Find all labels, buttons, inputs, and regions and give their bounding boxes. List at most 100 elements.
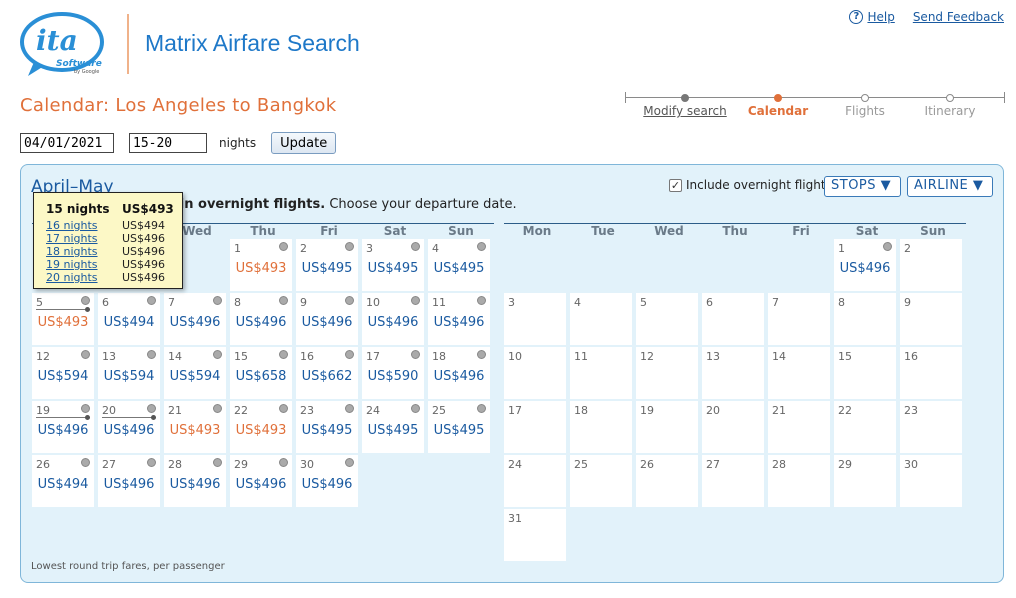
day-price[interactable]: US$496: [834, 261, 896, 276]
calendar-day-cell[interactable]: 19 US$496: [32, 401, 94, 453]
calendar-day-cell[interactable]: 14 US$594: [164, 347, 226, 399]
day-price[interactable]: US$496: [164, 477, 226, 492]
overnight-flight-icon: [81, 350, 90, 359]
day-price[interactable]: US$495: [296, 261, 358, 276]
calendar-day-cell[interactable]: 1 US$493: [230, 239, 292, 291]
tooltip-nights-link[interactable]: 17 nights: [46, 232, 98, 245]
calendar-day-cell[interactable]: 22 US$493: [230, 401, 292, 453]
step-modify-search[interactable]: Modify search: [635, 94, 735, 118]
calendar-day-cell[interactable]: 17 US$590: [362, 347, 424, 399]
day-number: 30: [300, 458, 314, 471]
day-number: 10: [366, 296, 380, 309]
day-price[interactable]: US$496: [98, 477, 160, 492]
calendar-day-cell[interactable]: 26 US$494: [32, 455, 94, 507]
stops-dropdown[interactable]: STOPS ▼: [824, 176, 901, 197]
day-number: 18: [574, 404, 588, 417]
day-price[interactable]: US$662: [296, 369, 358, 384]
calendar-day-cell[interactable]: 4 US$495: [428, 239, 490, 291]
send-feedback-link[interactable]: Send Feedback: [913, 10, 1004, 24]
calendar-day-cell[interactable]: 13 US$594: [98, 347, 160, 399]
day-price[interactable]: US$495: [362, 261, 424, 276]
day-price[interactable]: US$493: [164, 423, 226, 438]
nights-tooltip: 15 nights US$493 16 nights US$494 17 nigh…: [33, 192, 183, 289]
day-price[interactable]: US$496: [428, 369, 490, 384]
day-price[interactable]: US$496: [296, 477, 358, 492]
update-button[interactable]: Update: [271, 132, 337, 154]
tooltip-head-label: 15 nights: [46, 202, 110, 216]
tooltip-nights-link[interactable]: 19 nights: [46, 258, 98, 271]
day-price[interactable]: US$493: [230, 261, 292, 276]
calendar-day-cell[interactable]: 27 US$496: [98, 455, 160, 507]
overnight-checkbox[interactable]: ✓: [669, 178, 682, 192]
calendar-day-cell[interactable]: 7 US$496: [164, 293, 226, 345]
tooltip-nights-link[interactable]: 20 nights: [46, 271, 98, 284]
departure-date-input[interactable]: [20, 133, 114, 153]
calendar-day-cell[interactable]: 2 US$495: [296, 239, 358, 291]
calendar-day-cell[interactable]: 28 US$496: [164, 455, 226, 507]
calendar-day-cell[interactable]: 15 US$658: [230, 347, 292, 399]
day-price[interactable]: US$496: [230, 477, 292, 492]
day-price[interactable]: US$495: [428, 261, 490, 276]
day-price[interactable]: US$496: [164, 315, 226, 330]
day-price[interactable]: US$495: [362, 423, 424, 438]
day-price[interactable]: US$496: [296, 315, 358, 330]
day-price[interactable]: US$494: [98, 315, 160, 330]
day-price[interactable]: US$658: [230, 369, 292, 384]
help-icon[interactable]: ?: [849, 10, 864, 24]
day-price[interactable]: US$495: [296, 423, 358, 438]
calendar-day-cell[interactable]: 8 US$496: [230, 293, 292, 345]
overnight-flight-icon: [477, 242, 486, 251]
top-links: ? Help Send Feedback: [849, 10, 1004, 24]
day-price[interactable]: US$496: [32, 423, 94, 438]
day-price[interactable]: US$493: [230, 423, 292, 438]
day-number: 6: [102, 296, 109, 309]
tooltip-nights-link[interactable]: 18 nights: [46, 245, 98, 258]
calendar-day-cell[interactable]: 9 US$496: [296, 293, 358, 345]
overnight-option[interactable]: ✓ Include overnight flights: [669, 178, 832, 192]
day-price[interactable]: US$493: [32, 315, 94, 330]
calendar-day-cell[interactable]: 21 US$493: [164, 401, 226, 453]
day-price[interactable]: US$496: [362, 315, 424, 330]
tooltip-nights-link[interactable]: 16 nights: [46, 219, 98, 232]
overnight-flight-icon: [81, 458, 90, 467]
calendar-day-cell[interactable]: 24 US$495: [362, 401, 424, 453]
step-calendar: Calendar: [728, 94, 828, 118]
day-price[interactable]: US$594: [98, 369, 160, 384]
help-link-group[interactable]: ? Help: [849, 10, 895, 24]
calendar-day-cell[interactable]: 10 US$496: [362, 293, 424, 345]
step-label: Flights: [845, 104, 885, 118]
calendar-day-cell[interactable]: 3 US$495: [362, 239, 424, 291]
calendar-day-cell[interactable]: 1 US$496: [834, 239, 896, 291]
calendar-day-cell[interactable]: 25 US$495: [428, 401, 490, 453]
airline-dropdown[interactable]: AIRLINE ▼: [907, 176, 993, 197]
day-number: 9: [904, 296, 911, 309]
step-itinerary: Itinerary: [900, 94, 1000, 118]
overnight-flight-icon: [213, 296, 222, 305]
calendar-day-cell[interactable]: 29 US$496: [230, 455, 292, 507]
calendar-day-cell[interactable]: 20 US$496: [98, 401, 160, 453]
tooltip-row: 17 nights US$496: [46, 232, 170, 245]
day-price[interactable]: US$496: [98, 423, 160, 438]
day-price[interactable]: US$594: [164, 369, 226, 384]
day-price[interactable]: US$594: [32, 369, 94, 384]
calendar-day-cell[interactable]: 12 US$594: [32, 347, 94, 399]
calendar-day-cell[interactable]: 5 US$493: [32, 293, 94, 345]
step-label[interactable]: Modify search: [643, 104, 726, 118]
day-price[interactable]: US$494: [32, 477, 94, 492]
day-price[interactable]: US$590: [362, 369, 424, 384]
calendar-day-cell[interactable]: 16 US$662: [296, 347, 358, 399]
nights-range-input[interactable]: [129, 133, 207, 153]
calendar-day-cell[interactable]: 11 US$496: [428, 293, 490, 345]
day-price[interactable]: US$496: [230, 315, 292, 330]
calendar-day-cell: 3: [504, 293, 566, 345]
calendar-day-cell[interactable]: 23 US$495: [296, 401, 358, 453]
calendar-day-cell[interactable]: 30 US$496: [296, 455, 358, 507]
day-price[interactable]: US$496: [428, 315, 490, 330]
calendar-day-cell[interactable]: 18 US$496: [428, 347, 490, 399]
help-link[interactable]: Help: [867, 10, 894, 24]
weekday-label: Wed: [654, 224, 684, 238]
day-price[interactable]: US$495: [428, 423, 490, 438]
weekday-label: Sat: [855, 224, 879, 238]
calendar-day-cell[interactable]: 6 US$494: [98, 293, 160, 345]
calendar-day-cell: 25: [570, 455, 632, 507]
